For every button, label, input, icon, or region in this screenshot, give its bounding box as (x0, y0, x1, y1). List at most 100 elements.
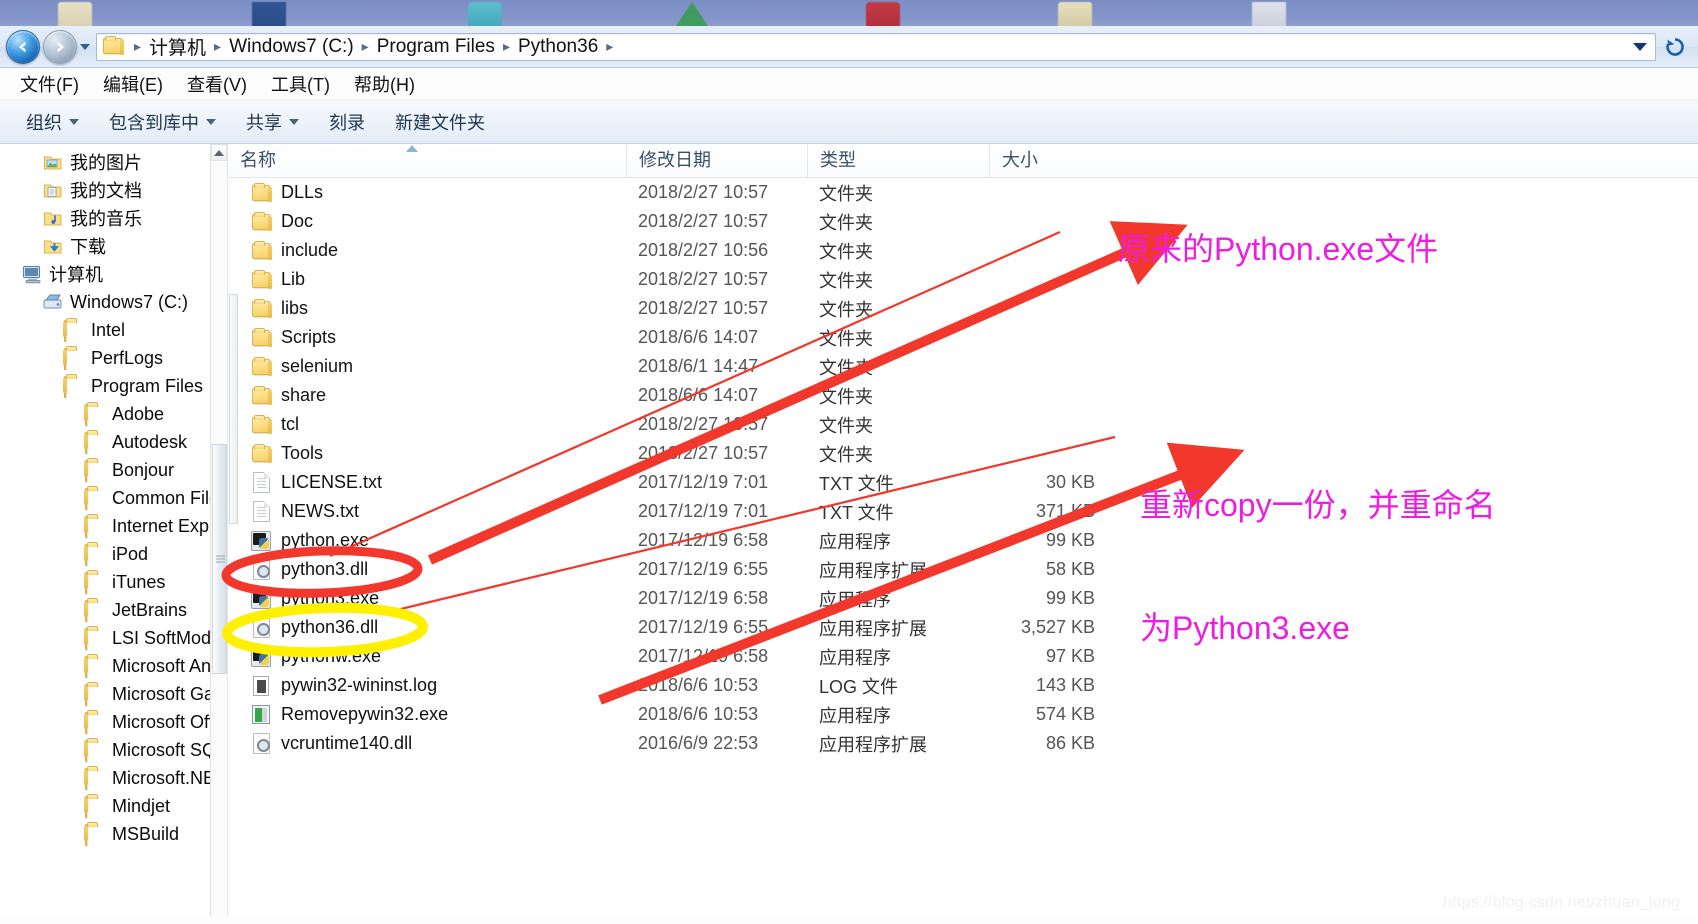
file-row[interactable]: Lib2018/2/27 10:57文件夹 (228, 265, 1698, 294)
file-name-label: share (281, 385, 326, 406)
file-row[interactable]: LICENSE.txt2017/12/19 7:01TXT 文件30 KB (228, 468, 1698, 497)
column-header-name[interactable]: 名称 (228, 144, 626, 177)
file-size-cell: 97 KB (989, 646, 1107, 667)
chevron-down-icon[interactable] (1633, 43, 1647, 51)
file-date-cell: 2018/2/27 10:57 (626, 182, 807, 203)
file-name-cell: python.exe (228, 530, 626, 551)
file-row[interactable]: Doc2018/2/27 10:57文件夹 (228, 207, 1698, 236)
toolbar-include-in-library-button[interactable]: 包含到库中 (97, 105, 228, 139)
history-dropdown-icon[interactable] (78, 30, 92, 64)
tree-item-bonjour[interactable]: Bonjour (0, 456, 227, 484)
tree-item-[interactable]: 我的图片 (0, 148, 227, 176)
tree-item-[interactable]: 我的音乐 (0, 204, 227, 232)
menu-item-view[interactable]: 查看(V) (177, 69, 257, 99)
file-row[interactable]: DLLs2018/2/27 10:57文件夹 (228, 178, 1698, 207)
toolbar-burn-button[interactable]: 刻录 (317, 105, 377, 139)
column-header-size[interactable]: 大小 (989, 144, 1107, 177)
breadcrumb-item-3[interactable]: Python36 (515, 35, 601, 59)
file-name-cell: tcl (228, 414, 626, 435)
folder-icon (85, 741, 106, 760)
column-header-type[interactable]: 类型 (807, 144, 989, 177)
file-name-cell: libs (228, 298, 626, 319)
tree-item-label: Microsoft Ana (112, 656, 221, 677)
folder-icon (85, 657, 106, 676)
tree-item-microsoft-offi[interactable]: Microsoft Offi (0, 708, 227, 736)
file-row[interactable]: vcruntime140.dll2016/6/9 22:53应用程序扩展86 K… (228, 729, 1698, 758)
tree-item-lsi-softmoder[interactable]: LSI SoftModer (0, 624, 227, 652)
file-row[interactable]: pywin32-wininst.log2018/6/6 10:53LOG 文件1… (228, 671, 1698, 700)
tree-item-label: 计算机 (49, 261, 103, 287)
file-size-cell: 99 KB (989, 530, 1107, 551)
file-row[interactable]: tcl2018/2/27 10:57文件夹 (228, 410, 1698, 439)
toolbar-new-folder-button[interactable]: 新建文件夹 (383, 105, 497, 139)
file-name-label: pywin32-wininst.log (281, 675, 437, 696)
file-type-cell: 文件夹 (807, 209, 989, 235)
file-row[interactable]: python36.dll2017/12/19 6:55应用程序扩展3,527 K… (228, 613, 1698, 642)
file-row[interactable]: share2018/6/6 14:07文件夹 (228, 381, 1698, 410)
file-row[interactable]: selenium2018/6/1 14:47文件夹 (228, 352, 1698, 381)
tree-item-ipod[interactable]: iPod (0, 540, 227, 568)
tree-item-autodesk[interactable]: Autodesk (0, 428, 227, 456)
file-name-cell: python3.exe (228, 588, 626, 609)
file-row[interactable]: NEWS.txt2017/12/19 7:01TXT 文件371 KB (228, 497, 1698, 526)
file-row[interactable]: Scripts2018/6/6 14:07文件夹 (228, 323, 1698, 352)
folder-icon (250, 243, 272, 259)
nav-pane-scrollbar[interactable] (210, 144, 227, 916)
file-row[interactable]: Removepywin32.exe2018/6/6 10:53应用程序574 K… (228, 700, 1698, 729)
file-name-label: python3.exe (281, 588, 379, 609)
tree-item-[interactable]: 我的文档 (0, 176, 227, 204)
tree-item-intel[interactable]: Intel (0, 316, 227, 344)
file-row[interactable]: python3.dll2017/12/19 6:55应用程序扩展58 KB (228, 555, 1698, 584)
tree-item-microsoft-sql[interactable]: Microsoft SQL (0, 736, 227, 764)
file-list-pane: 名称 修改日期 类型 大小 DLLs2018/2/27 10:57文件夹Doc2… (228, 144, 1698, 916)
menu-item-help[interactable]: 帮助(H) (344, 69, 425, 99)
tree-item-adobe[interactable]: Adobe (0, 400, 227, 428)
tree-item-itunes[interactable]: iTunes (0, 568, 227, 596)
tree-item-microsoft-gam[interactable]: Microsoft Gam (0, 680, 227, 708)
scrollbar-thumb[interactable] (212, 444, 227, 674)
file-row[interactable]: Tools2018/2/27 10:57文件夹 (228, 439, 1698, 468)
breadcrumb-item-2[interactable]: Program Files (374, 35, 498, 59)
scrollbar-grip-icon (216, 554, 225, 565)
column-header-date-modified[interactable]: 修改日期 (626, 144, 807, 177)
tree-item-internet-explo[interactable]: Internet Explo (0, 512, 227, 540)
breadcrumb-item-1[interactable]: Windows7 (C:) (226, 35, 357, 59)
file-row[interactable]: python3.exe2017/12/19 6:58应用程序99 KB (228, 584, 1698, 613)
toolbar-organize-button[interactable]: 组织 (14, 105, 91, 139)
tree-item-microsoft-net[interactable]: Microsoft.NET (0, 764, 227, 792)
scroll-up-arrow-icon[interactable] (211, 144, 227, 161)
tree-item-windows7-c[interactable]: Windows7 (C:) (0, 288, 227, 316)
tree-item-mindjet[interactable]: Mindjet (0, 792, 227, 820)
tree-item-microsoft-ana[interactable]: Microsoft Ana (0, 652, 227, 680)
file-date-cell: 2018/2/27 10:57 (626, 269, 807, 290)
tree-item-[interactable]: 下载 (0, 232, 227, 260)
tree-item-program-files[interactable]: Program Files (0, 372, 227, 400)
tree-item-label: Adobe (112, 404, 164, 425)
tree-item-msbuild[interactable]: MSBuild (0, 820, 227, 848)
breadcrumb-bar[interactable]: ▸ 计算机 ▸ Windows7 (C:) ▸ Program Files ▸ … (96, 33, 1656, 61)
file-row[interactable]: libs2018/2/27 10:57文件夹 (228, 294, 1698, 323)
tree-item-[interactable]: 计算机 (0, 260, 227, 288)
back-arrow-icon[interactable] (6, 30, 40, 64)
python-exe-icon (250, 589, 272, 609)
tree-item-label: Program Files (91, 376, 203, 397)
file-row[interactable]: python.exe2017/12/19 6:58应用程序99 KB (228, 526, 1698, 555)
file-size-cell: 86 KB (989, 733, 1107, 754)
menu-item-edit[interactable]: 编辑(E) (93, 69, 173, 99)
toolbar-share-button[interactable]: 共享 (234, 105, 311, 139)
refresh-icon[interactable] (1664, 36, 1686, 58)
file-name-cell: LICENSE.txt (228, 472, 626, 493)
menu-item-tools[interactable]: 工具(T) (261, 69, 340, 99)
breadcrumb-item-0[interactable]: 计算机 (146, 32, 209, 61)
tree-item-label: PerfLogs (91, 348, 163, 369)
chevron-down-icon (289, 119, 299, 125)
tree-item-common-files[interactable]: Common Files (0, 484, 227, 512)
breadcrumb-separator: ▸ (129, 38, 146, 55)
file-name-cell: Scripts (228, 327, 626, 348)
file-row[interactable]: include2018/2/27 10:56文件夹 (228, 236, 1698, 265)
file-row[interactable]: pythonw.exe2017/12/19 6:58应用程序97 KB (228, 642, 1698, 671)
tree-item-perflogs[interactable]: PerfLogs (0, 344, 227, 372)
forward-arrow-icon[interactable] (43, 30, 77, 64)
tree-item-jetbrains[interactable]: JetBrains (0, 596, 227, 624)
menu-item-file[interactable]: 文件(F) (10, 69, 89, 99)
